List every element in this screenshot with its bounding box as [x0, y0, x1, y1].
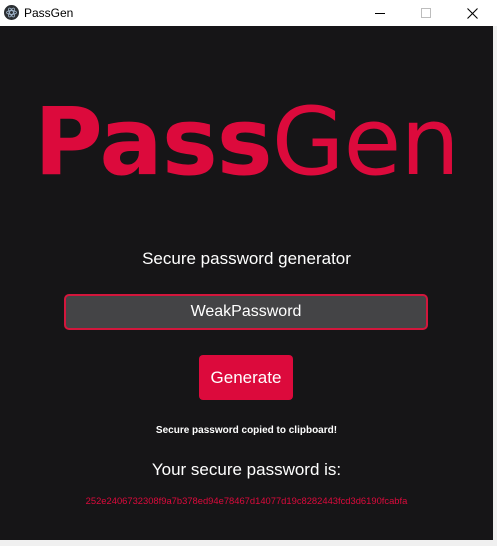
result-label: Your secure password is: [151, 460, 342, 479]
subtitle: Secure password generator [142, 249, 351, 268]
generated-password: 252e2406732308f9a7b378ed94e78467d14077d1… [85, 495, 408, 506]
window-title: PassGen [24, 6, 74, 20]
window-border-right [493, 26, 497, 546]
status-message: Secure password copied to clipboard! [155, 425, 338, 436]
maximize-icon [421, 8, 431, 18]
generate-button[interactable]: Generate [199, 355, 293, 400]
maximize-button[interactable] [403, 0, 449, 26]
logo-light-text: Gen [271, 88, 460, 197]
close-icon [466, 7, 478, 19]
app-window: PassGen PassGen Secure password generato… [0, 0, 497, 546]
app-logo: PassGen [0, 88, 493, 198]
minimize-icon [375, 13, 385, 14]
title-bar[interactable]: PassGen [0, 0, 497, 26]
close-button[interactable] [449, 0, 495, 26]
app-content: PassGen Secure password generator Genera… [0, 26, 493, 540]
app-icon [4, 5, 19, 20]
window-border-bottom [0, 540, 497, 546]
minimize-button[interactable] [357, 0, 403, 26]
logo-bold-text: Pass [34, 88, 273, 197]
password-input[interactable] [64, 294, 428, 330]
